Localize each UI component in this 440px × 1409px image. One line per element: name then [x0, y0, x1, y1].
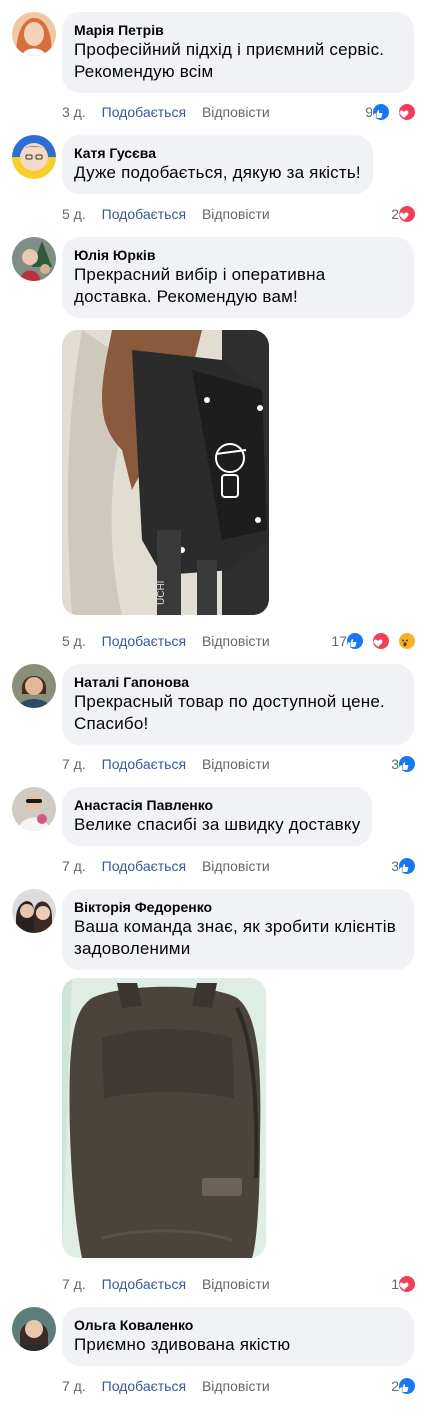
comment-text: Ваша команда знає, як зробити клієнтів з… — [74, 917, 396, 958]
comment-author[interactable]: Катя Гусєва — [74, 144, 361, 162]
svg-text:UCHI: UCHI — [156, 581, 167, 605]
avatar[interactable] — [12, 787, 56, 831]
comment-actions: 7 д. Подобається Відповісти 1 — [62, 1274, 428, 1294]
like-button[interactable]: Подобається — [102, 102, 186, 122]
reply-button[interactable]: Відповісти — [202, 204, 270, 224]
comment-time[interactable]: 7 д. — [62, 754, 86, 774]
like-icon — [346, 632, 364, 650]
comment-author[interactable]: Марія Петрів — [74, 21, 402, 39]
comment-time[interactable]: 5 д. — [62, 204, 86, 224]
comment-actions: 7 д. Подобається Відповісти 3 — [62, 754, 428, 774]
comment-text: Приємно здивована якістю — [74, 1335, 291, 1354]
comment-bubble: Марія Петрів Професійний підхід і приємн… — [62, 12, 414, 93]
comment-bubble: Анастасія Павленко Велике спасибі за шви… — [62, 787, 373, 846]
avatar[interactable] — [12, 1307, 56, 1351]
reply-button[interactable]: Відповісти — [202, 754, 270, 774]
like-button[interactable]: Подобається — [102, 856, 186, 876]
comment-bubble: Юлія Юрків Прекрасний вибір і оперативна… — [62, 237, 414, 318]
love-icon — [398, 205, 416, 223]
like-icon — [372, 103, 390, 121]
reply-button[interactable]: Відповісти — [202, 102, 270, 122]
comment-text: Велике спасибі за швидку доставку — [74, 815, 361, 834]
reactions-summary[interactable]: 9 — [365, 102, 428, 122]
avatar[interactable] — [12, 135, 56, 179]
like-icon — [398, 755, 416, 773]
comment-author[interactable]: Анастасія Павленко — [74, 796, 360, 814]
comment-text: Дуже подобається, дякую за якість! — [74, 163, 361, 182]
love-icon — [372, 632, 390, 650]
like-button[interactable]: Подобається — [102, 204, 186, 224]
reactions-summary[interactable]: 3 — [391, 754, 428, 774]
comment-bubble: Катя Гусєва Дуже подобається, дякую за я… — [62, 135, 373, 194]
comment-author[interactable]: Ольга Коваленко — [74, 1316, 402, 1334]
reaction-count: 17 — [331, 633, 347, 649]
comment-bubble: Ольга Коваленко Приємно здивована якістю — [62, 1307, 414, 1366]
comment-photo[interactable] — [62, 978, 266, 1258]
reply-button[interactable]: Відповісти — [202, 631, 270, 651]
comment-actions: 7 д. Подобається Відповісти 3 — [62, 856, 428, 876]
comment-text: Прекрасный товар по доступной цене. Спас… — [74, 692, 385, 733]
like-icon — [398, 1377, 416, 1395]
reply-button[interactable]: Відповісти — [202, 1376, 270, 1396]
comment-author[interactable]: Наталі Гапонова — [74, 673, 402, 691]
reply-button[interactable]: Відповісти — [202, 1274, 270, 1294]
comment-time[interactable]: 7 д. — [62, 1274, 86, 1294]
comment-bubble: Вікторія Федоренко Ваша команда знає, як… — [62, 889, 414, 970]
wow-icon — [398, 632, 416, 650]
reply-button[interactable]: Відповісти — [202, 856, 270, 876]
avatar[interactable] — [12, 12, 56, 56]
like-button[interactable]: Подобається — [102, 754, 186, 774]
reactions-summary[interactable]: 1 — [391, 1274, 428, 1294]
reactions-summary[interactable]: 3 — [391, 856, 428, 876]
reactions-summary[interactable]: 2 — [391, 1376, 428, 1396]
comment-photo[interactable]: UCHI — [62, 330, 269, 615]
comment-text: Прекрасний вибір і оперативна доставка. … — [74, 265, 326, 306]
comment-actions: 3 д. Подобається Відповісти 9 — [62, 102, 428, 122]
avatar[interactable] — [12, 664, 56, 708]
comment-bubble: Наталі Гапонова Прекрасный товар по дост… — [62, 664, 414, 745]
comment-time[interactable]: 7 д. — [62, 1376, 86, 1396]
comment-text: Професійний підхід і приємний сервіс. Ре… — [74, 40, 385, 81]
love-icon — [398, 103, 416, 121]
comment-actions: 5 д. Подобається Відповісти 17 — [62, 631, 428, 651]
comment-author[interactable]: Юлія Юрків — [74, 246, 402, 264]
like-button[interactable]: Подобається — [102, 1376, 186, 1396]
avatar[interactable] — [12, 237, 56, 281]
reactions-summary[interactable]: 17 — [331, 631, 428, 651]
comment-actions: 5 д. Подобається Відповісти 2 — [62, 204, 428, 224]
comment-time[interactable]: 3 д. — [62, 102, 86, 122]
comment-author[interactable]: Вікторія Федоренко — [74, 898, 402, 916]
like-button[interactable]: Подобається — [102, 1274, 186, 1294]
like-button[interactable]: Подобається — [102, 631, 186, 651]
comment-time[interactable]: 7 д. — [62, 856, 86, 876]
like-icon — [398, 857, 416, 875]
reactions-summary[interactable]: 2 — [391, 204, 428, 224]
comment-actions: 7 д. Подобається Відповісти 2 — [62, 1376, 428, 1396]
avatar[interactable] — [12, 889, 56, 933]
comment-time[interactable]: 5 д. — [62, 631, 86, 651]
love-icon — [398, 1275, 416, 1293]
